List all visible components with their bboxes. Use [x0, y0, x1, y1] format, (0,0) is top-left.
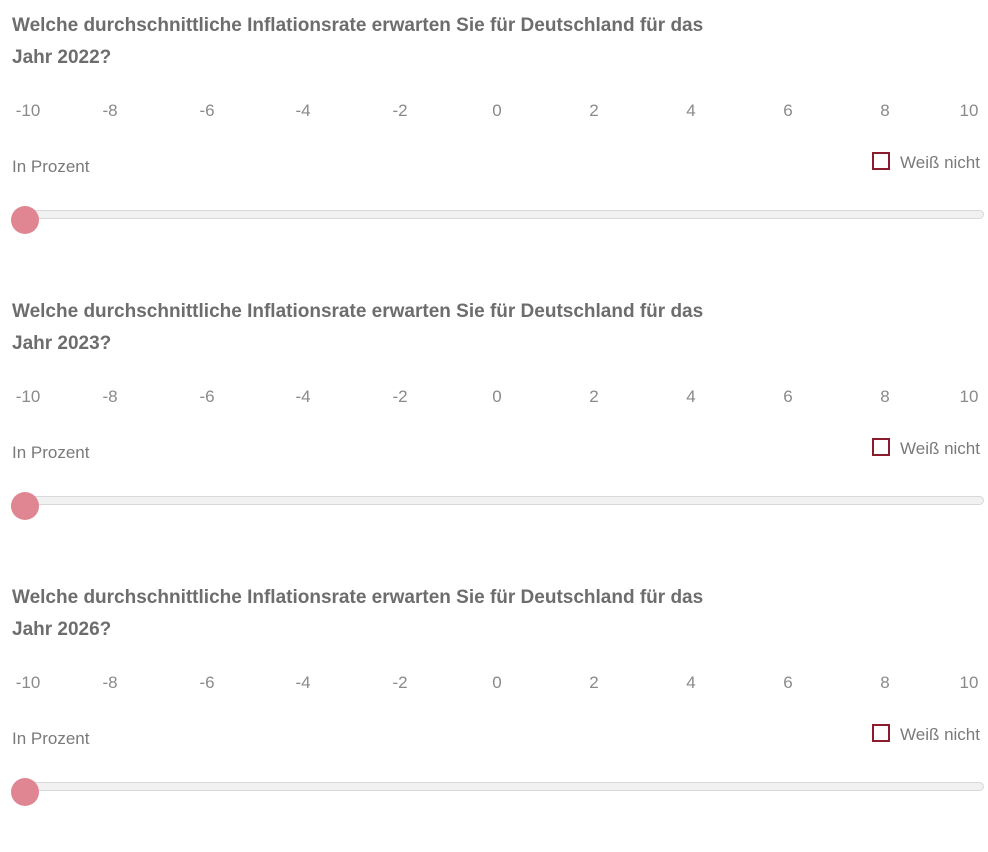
checkbox-icon[interactable]: [872, 724, 890, 742]
scale-tick: -10: [15, 101, 41, 120]
question-title: Welche durchschnittliche Inflationsrate …: [12, 296, 912, 360]
scale-tick: -6: [199, 387, 215, 406]
dont-know-checkbox[interactable]: Weiß nicht: [872, 152, 980, 173]
scale-tick: 6: [783, 387, 793, 406]
scale-tick: -8: [102, 673, 118, 692]
slider-thumb[interactable]: [11, 206, 39, 234]
scale-tick: 10: [959, 101, 979, 120]
scale-tick: -8: [102, 387, 118, 406]
checkbox-icon[interactable]: [872, 438, 890, 456]
scale-labels: -10 -8 -6 -4 -2 0 2 4 6 8 10: [0, 673, 988, 703]
scale-labels: -10 -8 -6 -4 -2 0 2 4 6 8 10: [0, 387, 988, 417]
scale-labels: -10 -8 -6 -4 -2 0 2 4 6 8 10: [0, 101, 988, 131]
question-2023: Welche durchschnittliche Inflationsrate …: [0, 286, 988, 566]
scale-tick: 4: [686, 101, 696, 120]
scale-tick: 2: [589, 673, 599, 692]
question-title-line2: Jahr 2022?: [12, 47, 112, 68]
question-title-line1: Welche durchschnittliche Inflationsrate …: [12, 301, 704, 322]
scale-tick: 8: [880, 101, 890, 120]
dont-know-label: Weiß nicht: [900, 153, 980, 172]
scale-tick: 4: [686, 673, 696, 692]
slider-thumb[interactable]: [11, 778, 39, 806]
dont-know-label: Weiß nicht: [900, 725, 980, 744]
slider-track[interactable]: [14, 210, 984, 219]
scale-tick: -8: [102, 101, 118, 120]
scale-tick: -2: [392, 673, 408, 692]
slider-track[interactable]: [14, 782, 984, 791]
scale-tick: -6: [199, 101, 215, 120]
dont-know-checkbox[interactable]: Weiß nicht: [872, 724, 980, 745]
question-title: Welche durchschnittliche Inflationsrate …: [12, 10, 912, 74]
question-title: Welche durchschnittliche Inflationsrate …: [12, 582, 912, 646]
dont-know-label: Weiß nicht: [900, 439, 980, 458]
scale-tick: -4: [295, 101, 311, 120]
scale-tick: -4: [295, 387, 311, 406]
scale-tick: 10: [959, 673, 979, 692]
scale-tick: -6: [199, 673, 215, 692]
scale-tick: 8: [880, 673, 890, 692]
question-2022: Welche durchschnittliche Inflationsrate …: [0, 0, 988, 280]
checkbox-icon[interactable]: [872, 152, 890, 170]
slider-track[interactable]: [14, 496, 984, 505]
question-title-line2: Jahr 2023?: [12, 333, 112, 354]
scale-tick: -10: [15, 673, 41, 692]
scale-tick: -10: [15, 387, 41, 406]
scale-tick: 2: [589, 387, 599, 406]
scale-tick: -2: [392, 387, 408, 406]
question-title-line2: Jahr 2026?: [12, 619, 112, 640]
scale-tick: 6: [783, 673, 793, 692]
question-title-line1: Welche durchschnittliche Inflationsrate …: [12, 587, 704, 608]
scale-tick: 10: [959, 387, 979, 406]
scale-tick: 8: [880, 387, 890, 406]
scale-tick: 6: [783, 101, 793, 120]
dont-know-checkbox[interactable]: Weiß nicht: [872, 438, 980, 459]
unit-label: In Prozent: [12, 729, 90, 748]
scale-tick: 0: [492, 101, 502, 120]
unit-label: In Prozent: [12, 157, 90, 176]
question-2026: Welche durchschnittliche Inflationsrate …: [0, 572, 988, 852]
scale-tick: 0: [492, 673, 502, 692]
scale-tick: -2: [392, 101, 408, 120]
scale-tick: 0: [492, 387, 502, 406]
scale-tick: 2: [589, 101, 599, 120]
unit-label: In Prozent: [12, 443, 90, 462]
slider-thumb[interactable]: [11, 492, 39, 520]
scale-tick: 4: [686, 387, 696, 406]
question-title-line1: Welche durchschnittliche Inflationsrate …: [12, 15, 704, 36]
scale-tick: -4: [295, 673, 311, 692]
